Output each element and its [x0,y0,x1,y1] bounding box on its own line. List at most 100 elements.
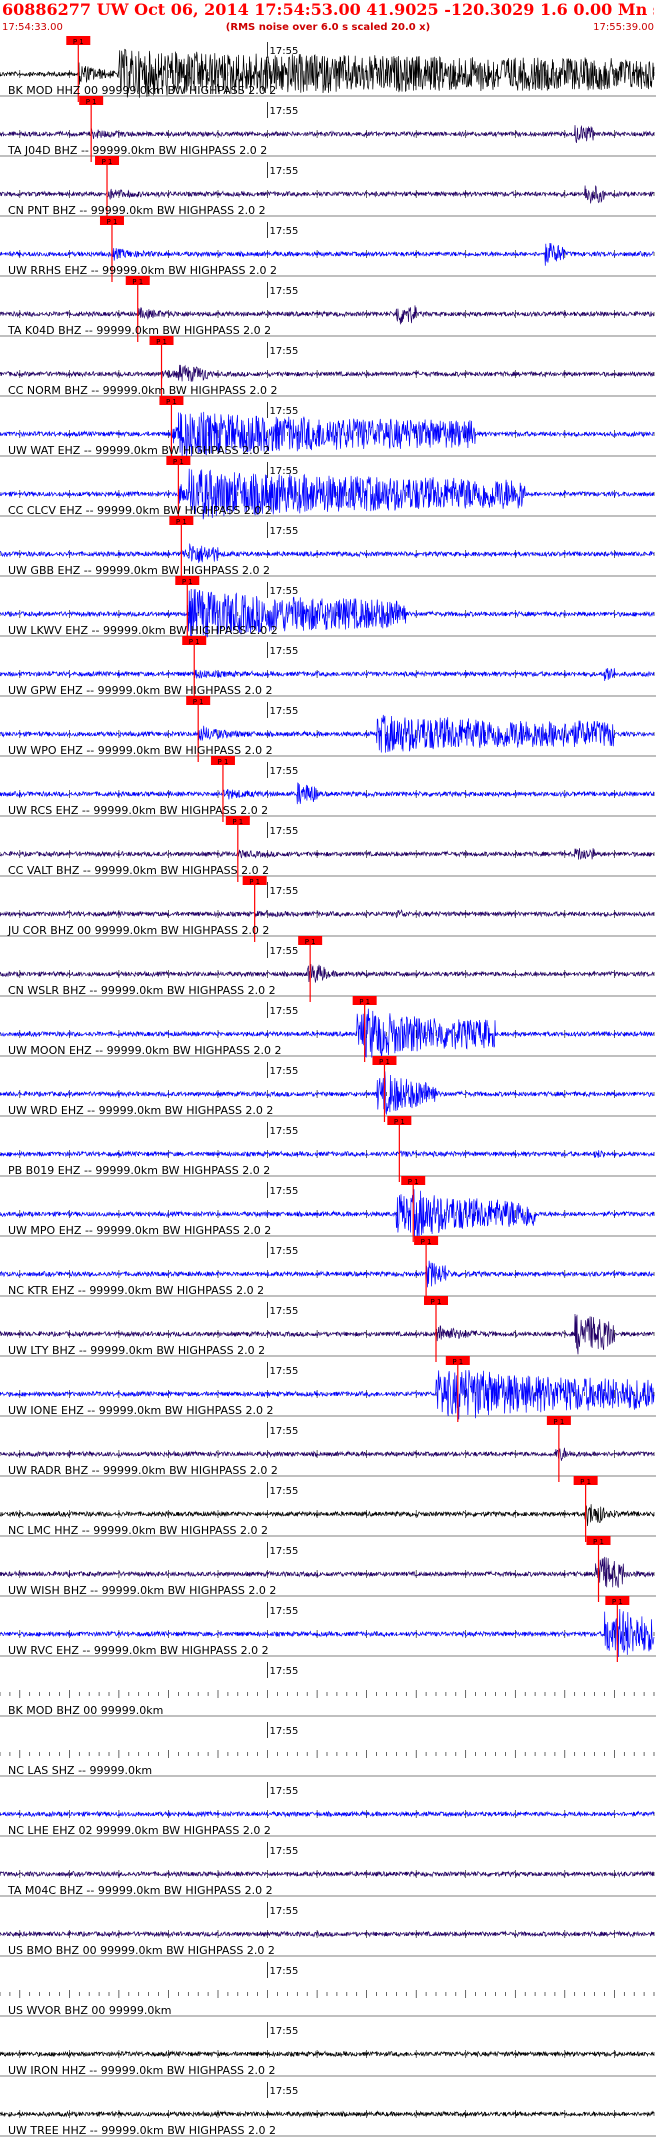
pick-label: P 1 [218,758,229,766]
waveform [0,848,655,860]
channel-label: UW WAT EHZ -- 99999.0km BW HIGHPASS 2.0 … [8,444,270,457]
trace-row: 17:55 US BMO BHZ 00 99999.0km BW HIGHPASS… [0,1902,656,1957]
trace-row: 17:55 P 1 UW GBB EHZ -- 99999.0km BW HIGHP… [0,516,656,582]
time-marker-label: 17:55 [270,286,299,297]
time-marker-label: 17:55 [270,1366,299,1377]
trace-row: 17:55 P 1 TA K04D BHZ -- 99999.0km BW HIGH… [0,276,656,342]
channel-label: JU COR BHZ 00 99999.0km BW HIGHPASS 2.0 … [7,924,269,937]
time-marker-label: 17:55 [270,1546,299,1557]
time-marker-label: 17:55 [270,1246,299,1257]
trace-row: 17:55 P 1 UW GPW EHZ -- 99999.0km BW HIGHP… [0,636,656,702]
channel-label: UW WPO EHZ -- 99999.0km BW HIGHPASS 2.0 … [8,744,273,757]
time-marker-label: 17:55 [270,586,299,597]
pick-label: P 1 [431,1298,442,1306]
time-marker-label: 17:55 [270,766,299,777]
channel-label: UW MPO EHZ -- 99999.0km BW HIGHPASS 2.0 … [8,1224,271,1237]
pick-label: P 1 [580,1478,591,1486]
waveform [0,364,655,382]
trace-row: 17:55 P 1 NC KTR EHZ -- 99999.0km BW HIGHP… [0,1236,656,1302]
channel-label: UW RCS EHZ -- 99999.0km BW HIGHPASS 2.0 … [8,804,268,817]
pick-label: P 1 [305,938,316,946]
time-marker-label: 17:55 [270,1126,299,1137]
channel-label: UW WISH BHZ -- 99999.0km BW HIGHPASS 2.0… [8,1584,276,1597]
time-marker-label: 17:55 [270,1726,299,1737]
pick-label: P 1 [421,1238,432,1246]
trace-row: 17:55 P 1 UW MOON EHZ -- 99999.0km BW HIGH… [0,996,656,1062]
waveform [0,909,655,919]
time-marker-label: 17:55 [270,646,299,657]
channel-label: UW MOON EHZ -- 99999.0km BW HIGHPASS 2.0… [8,1044,281,1057]
pick-label: P 1 [593,1538,604,1546]
rms-note: (RMS noise over 6.0 s scaled 20.0 x) [225,22,431,33]
time-marker-label: 17:55 [270,46,299,57]
time-marker-label: 17:55 [270,826,299,837]
time-marker-label: 17:55 [270,1066,299,1077]
plot-header: 60886277 UW Oct 06, 2014 17:54:53.00 41.… [0,0,656,38]
pick-label: P 1 [394,1118,405,1126]
time-marker-label: 17:55 [270,1846,299,1857]
time-marker-label: 17:55 [270,1426,299,1437]
pick-label: P 1 [193,698,204,706]
channel-label: UW WRD EHZ -- 99999.0km BW HIGHPASS 2.0 … [8,1104,273,1117]
time-marker-label: 17:55 [270,2026,299,2037]
time-marker-label: 17:55 [270,706,299,717]
pick-label: P 1 [452,1358,463,1366]
channel-label: UW IRON HHZ -- 99999.0km BW HIGHPASS 2.0… [8,2064,276,2077]
trace-row: 17:55 P 1 PB B019 EHZ -- 99999.0km BW HIGH… [0,1116,656,1182]
channel-label: CN PNT BHZ -- 99999.0km BW HIGHPASS 2.0 … [8,204,266,217]
channel-label: US BMO BHZ 00 99999.0km BW HIGHPASS 2.0 … [8,1944,275,1957]
channel-label: UW RADR BHZ -- 99999.0km BW HIGHPASS 2.0… [8,1464,278,1477]
end-time: 17:55:39.00 [593,22,654,33]
trace-row: 17:55 P 1 UW LTY BHZ -- 99999.0km BW HIGHP… [0,1296,656,1362]
waveform [0,543,655,563]
trace-row: 17:55 P 1 NC LMC HHZ -- 99999.0km BW HIGHP… [0,1476,656,1542]
channel-label: TA K04D BHZ -- 99999.0km BW HIGHPASS 2.0… [7,324,271,337]
pick-label: P 1 [408,1178,419,1186]
time-marker-label: 17:55 [270,1186,299,1197]
trace-row: 17:55 P 1 TA J04D BHZ -- 99999.0km BW HIGH… [0,96,656,162]
trace-row: 17:55 P 1 UW RVC EHZ -- 99999.0km BW HIGHP… [0,1596,656,1662]
pick-label: P 1 [612,1598,623,1606]
pick-label: P 1 [553,1418,564,1426]
channel-label: UW GPW EHZ -- 99999.0km BW HIGHPASS 2.0 … [8,684,272,697]
trace-row: 17:55 P 1 CC VALT BHZ -- 99999.0km BW HIGH… [0,816,656,882]
channel-label: UW LTY BHZ -- 99999.0km BW HIGHPASS 2.0 … [8,1344,265,1357]
pick-label: P 1 [107,218,118,226]
pick-label: P 1 [249,878,260,886]
waveform [0,305,654,325]
time-marker-label: 17:55 [270,106,299,117]
trace-row: 17:55 P 1 UW RCS EHZ -- 99999.0km BW HIGHP… [0,756,656,822]
trace-row: 17:55 P 1 UW WISH BHZ -- 99999.0km BW HIGH… [0,1536,656,1602]
time-marker-label: 17:55 [270,1786,299,1797]
trace-row: 17:55 NC LAS SHZ -- 99999.0km [0,1722,656,1777]
event-title-text: 60886277 UW Oct 06, 2014 17:54:53.00 41.… [2,0,654,19]
time-marker-label: 17:55 [270,2086,299,2097]
time-marker-label: 17:55 [270,1606,299,1617]
time-marker-label: 17:55 [270,466,299,477]
pick-label: P 1 [232,818,243,826]
trace-row: 17:55 NC LHE EHZ 02 99999.0km BW HIGHPASS… [0,1782,656,1837]
trace-row: 17:55 P 1 JU COR BHZ 00 99999.0km BW HIGHP… [0,876,656,942]
channel-label: PB B019 EHZ -- 99999.0km BW HIGHPASS 2.0… [8,1164,270,1177]
channel-label: NC LAS SHZ -- 99999.0km [8,1764,152,1777]
pick-label: P 1 [86,98,97,106]
pick-label: P 1 [173,458,184,466]
channel-label: UW GBB EHZ -- 99999.0km BW HIGHPASS 2.0 … [8,564,270,577]
channel-label: CC CLCV EHZ -- 99999.0km BW HIGHPASS 2.0… [8,504,272,517]
time-marker-label: 17:55 [270,1486,299,1497]
time-marker-label: 17:55 [270,886,299,897]
waveform [0,242,654,266]
channel-label: NC KTR EHZ -- 99999.0km BW HIGHPASS 2.0 … [8,1284,264,1297]
waveform [0,667,655,682]
pick-label: P 1 [156,338,167,346]
trace-row: 17:55 P 1 UW WPO EHZ -- 99999.0km BW HIGHP… [0,696,656,762]
pick-label: P 1 [359,998,370,1006]
channel-label: CC VALT BHZ -- 99999.0km BW HIGHPASS 2.0… [8,864,269,877]
trace-row: 17:55 P 1 UW WAT EHZ -- 99999.0km BW HIGHP… [0,396,656,462]
channel-label: CN WSLR BHZ -- 99999.0km BW HIGHPASS 2.0… [8,984,276,997]
trace-row: 17:55 US WVOR BHZ 00 99999.0km [0,1962,656,2017]
time-marker-label: 17:55 [270,406,299,417]
time-marker-label: 17:55 [270,1666,299,1677]
trace-row: 17:55 P 1 CN PNT BHZ -- 99999.0km BW HIGHP… [0,156,656,222]
time-marker-label: 17:55 [270,1306,299,1317]
